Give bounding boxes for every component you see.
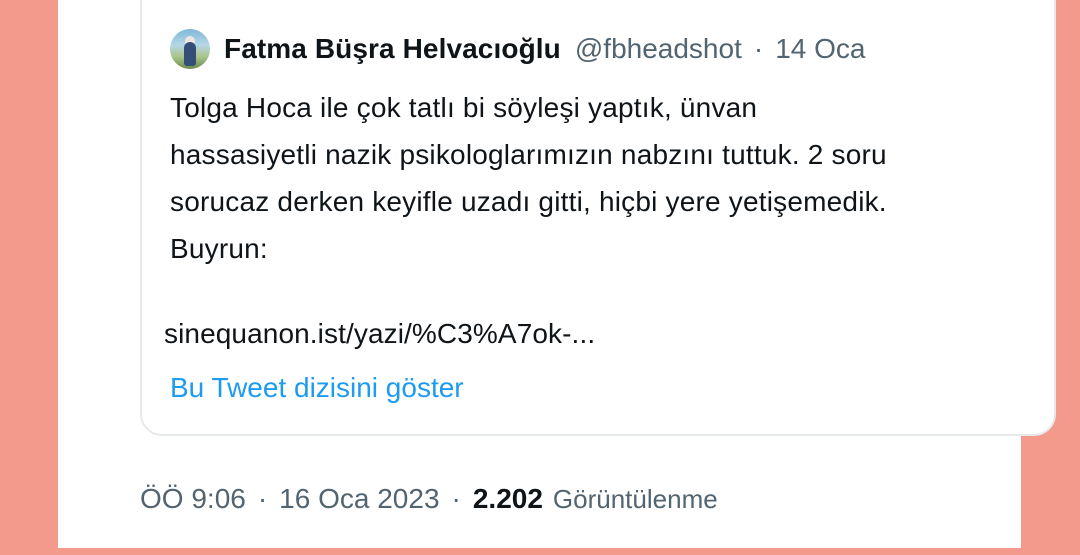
tweet-time[interactable]: ÖÖ 9:06 <box>140 483 246 515</box>
views-label: Görüntülenme <box>552 483 718 514</box>
quoted-tweet-date[interactable]: 14 Oca <box>775 33 865 65</box>
avatar[interactable] <box>170 29 210 69</box>
meta-separator-1: · <box>257 483 268 514</box>
tweet-panel: Fatma Büşra Helvacıoğlu @fbheadshot · 14… <box>58 0 1056 548</box>
tweet-date[interactable]: 16 Oca 2023 <box>279 483 439 515</box>
quoted-tweet-header: Fatma Büşra Helvacıoğlu @fbheadshot · 14… <box>170 28 865 70</box>
avatar-figure-icon <box>184 42 196 66</box>
author-handle[interactable]: @fbheadshot <box>575 33 742 65</box>
meta-separator-2: · <box>451 483 461 514</box>
quoted-tweet-text: Tolga Hoca ile çok tatlı bi söyleşi yapt… <box>170 92 887 264</box>
tweet-meta-row: ÖÖ 9:06 · 16 Oca 2023 · 2.202 Görüntülen… <box>140 478 718 520</box>
author-name[interactable]: Fatma Büşra Helvacıoğlu <box>224 33 561 65</box>
show-thread-link[interactable]: Bu Tweet dizisini göster <box>170 364 464 411</box>
article-link[interactable]: sinequanon.ist/yazi/%C3%A7ok-... <box>164 310 595 357</box>
quoted-tweet-card[interactable]: Fatma Büşra Helvacıoğlu @fbheadshot · 14… <box>140 0 1056 436</box>
views-count: 2.202 <box>472 483 543 514</box>
header-separator: · <box>753 33 764 64</box>
